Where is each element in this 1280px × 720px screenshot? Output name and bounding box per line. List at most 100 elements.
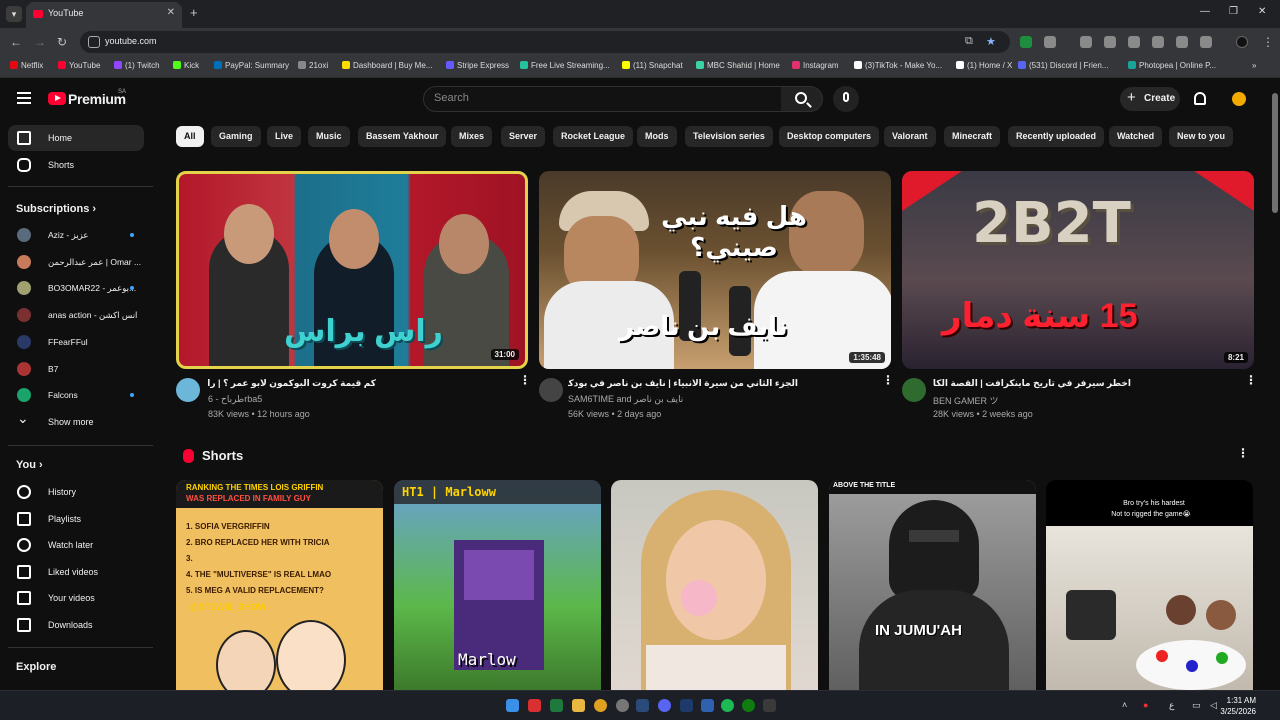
short-card[interactable]: RANKING THE TIMES LOIS GRIFFIN WAS REPLA…: [176, 480, 383, 690]
create-button[interactable]: + Create: [1120, 87, 1180, 111]
bookmark-item[interactable]: Free Live Streaming...: [520, 61, 610, 70]
bookmark-item[interactable]: Kick: [173, 61, 199, 70]
link-icon[interactable]: [1200, 36, 1212, 48]
chip-mixes[interactable]: Mixes: [451, 126, 493, 147]
search-input[interactable]: [434, 92, 764, 104]
bookmark-item[interactable]: Photopea | Online P...: [1128, 61, 1216, 70]
sidebar-item-shorts[interactable]: Shorts: [8, 152, 144, 178]
bookmark-item[interactable]: (531) Discord | Frien...: [1018, 61, 1108, 70]
start-icon[interactable]: [506, 699, 519, 712]
install-app-icon[interactable]: ⧉: [965, 35, 973, 48]
volume-icon[interactable]: ◁: [1210, 700, 1217, 711]
minimize-icon[interactable]: —: [1200, 6, 1210, 17]
video-title[interactable]: الجزء الثاني من سيرة الانبياء | نايف بن …: [568, 378, 798, 389]
settings-icon[interactable]: [616, 699, 629, 712]
chip-live[interactable]: Live: [267, 126, 302, 147]
bookmark-star-icon[interactable]: ★: [986, 35, 996, 48]
profile-icon[interactable]: [1236, 36, 1248, 48]
subscription-item[interactable]: FFearFFul: [8, 329, 144, 355]
video-thumbnail[interactable]: 2B2T 15 سنة دمار 8:21: [902, 171, 1254, 369]
site-info-icon[interactable]: [88, 36, 100, 48]
short-card[interactable]: ABOVE THE TITLE IN JUMU'AH: [829, 480, 1036, 690]
file-explorer-icon[interactable]: [572, 699, 585, 712]
bookmark-item[interactable]: 21oxi: [298, 61, 328, 70]
bookmark-item[interactable]: Netflix: [10, 61, 43, 70]
network-icon[interactable]: ▭: [1192, 700, 1201, 711]
show-more-button[interactable]: ⌄ Show more: [8, 409, 144, 435]
more-actions-icon[interactable]: ⋮: [882, 374, 894, 386]
discord-icon[interactable]: [658, 699, 671, 712]
subscription-item[interactable]: anas action - انس اكشن: [8, 302, 144, 328]
bookmark-item[interactable]: Dashboard | Buy Me...: [342, 61, 432, 70]
chrome-icon[interactable]: [594, 699, 607, 712]
card-icon[interactable]: [1152, 36, 1164, 48]
more-bookmarks-icon[interactable]: »: [1252, 61, 1256, 70]
video-thumbnail[interactable]: هل فيه نبي صيني؟ نايف بن ناصر 1:35:48: [539, 171, 891, 369]
system-clock[interactable]: 1:31 AM 3/25/2026: [1220, 695, 1256, 717]
chip-minecraft[interactable]: Minecraft: [944, 126, 1001, 147]
subscription-item[interactable]: عمر عبدالرحمن | Omar ...: [8, 249, 144, 275]
back-icon[interactable]: ←: [10, 35, 22, 49]
url-text[interactable]: youtube.com: [105, 36, 157, 46]
short-card[interactable]: HT1 | Marloww Marlow: [394, 480, 601, 690]
reload-icon[interactable]: ↻: [57, 35, 67, 49]
youtube-logo-icon[interactable]: [48, 92, 66, 105]
search-box[interactable]: [423, 86, 782, 112]
downloads-icon[interactable]: [1080, 36, 1092, 48]
extensions-puzzle-icon[interactable]: [1044, 36, 1056, 48]
account-avatar[interactable]: [1232, 92, 1246, 106]
menu-icon[interactable]: [17, 92, 31, 104]
tab-close-icon[interactable]: ✕: [167, 7, 175, 18]
short-card[interactable]: Bro try's his hardest Not to rigged the …: [1046, 480, 1253, 690]
more-actions-icon[interactable]: ⋮: [1245, 374, 1257, 386]
subscriptions-heading[interactable]: Subscriptions ›: [16, 203, 96, 215]
translate-icon[interactable]: [1128, 36, 1140, 48]
bookmark-item[interactable]: (1) Twitch: [114, 61, 160, 70]
video-thumbnail[interactable]: راس براس 31:00: [176, 171, 528, 369]
password-key-icon[interactable]: [1104, 36, 1116, 48]
window-close-icon[interactable]: ✕: [1258, 6, 1266, 17]
tray-chevron-icon[interactable]: ˄: [1122, 700, 1127, 710]
chip-rocket-league[interactable]: Rocket League: [553, 126, 634, 147]
page-scrollbar[interactable]: [1270, 78, 1280, 690]
address-bar[interactable]: youtube.com ⧉ ★: [80, 31, 1010, 53]
forward-icon[interactable]: →: [34, 35, 46, 49]
bookmark-item[interactable]: YouTube: [58, 61, 100, 70]
bookmark-item[interactable]: PayPal: Summary: [214, 61, 289, 70]
app-icon[interactable]: [763, 699, 776, 712]
sidebar-item-liked-videos[interactable]: Liked videos: [8, 559, 144, 585]
sidebar-item-your-videos[interactable]: Your videos: [8, 585, 144, 611]
chip-watched[interactable]: Watched: [1109, 126, 1163, 147]
chip-recently-uploaded[interactable]: Recently uploaded: [1008, 126, 1105, 147]
video-title[interactable]: اخطر سيرفر في تاريخ ماينكرافت | القصة ال…: [933, 378, 1131, 389]
short-card[interactable]: [611, 480, 818, 690]
bookmark-item[interactable]: Instagram: [792, 61, 839, 70]
bookmark-item[interactable]: (3)TikTok - Make Yo...: [854, 61, 942, 70]
subscription-item[interactable]: BO3OMAR22 - بوعمر...: [8, 275, 144, 301]
history-toolbar-icon[interactable]: [1176, 36, 1188, 48]
shorts-more-icon[interactable]: ⋮: [1237, 447, 1249, 459]
bookmark-item[interactable]: (11) Snapchat: [622, 61, 683, 70]
channel-name[interactable]: طرباح - 6rba5: [208, 394, 262, 405]
voice-search-button[interactable]: [833, 86, 859, 112]
maximize-icon[interactable]: ❐: [1229, 6, 1238, 17]
sidebar-item-home[interactable]: Home: [8, 125, 144, 151]
sidebar-item-watch-later[interactable]: Watch later: [8, 532, 144, 558]
language-indicator[interactable]: ع: [1169, 700, 1174, 711]
search-button[interactable]: [781, 86, 823, 112]
channel-avatar[interactable]: [176, 378, 200, 402]
microphone-tray-icon[interactable]: ●: [1143, 700, 1148, 710]
browser-menu-icon[interactable]: ⋮: [1262, 35, 1274, 49]
chip-valorant[interactable]: Valorant: [884, 126, 936, 147]
photoshop-icon[interactable]: [680, 699, 693, 712]
subscription-item[interactable]: Aziz - عزيز: [8, 222, 144, 248]
xbox-icon[interactable]: [742, 699, 755, 712]
chip-all[interactable]: All: [176, 126, 204, 147]
notifications-bell-icon[interactable]: [1194, 92, 1206, 105]
app-icon[interactable]: [701, 699, 714, 712]
steam-icon[interactable]: [636, 699, 649, 712]
chip-gaming[interactable]: Gaming: [211, 126, 261, 147]
chip-desktop-computers[interactable]: Desktop computers: [779, 126, 880, 147]
browser-tab-youtube[interactable]: YouTube ✕: [26, 2, 182, 28]
sidebar-item-playlists[interactable]: Playlists: [8, 506, 144, 532]
